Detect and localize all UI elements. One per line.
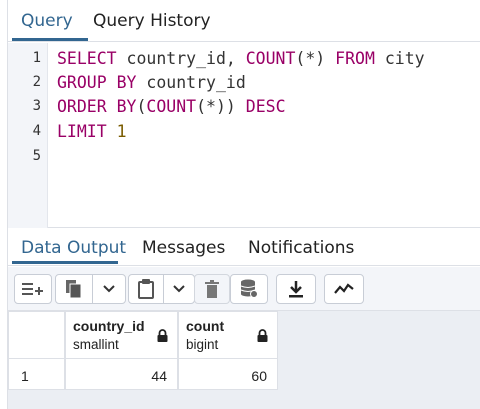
copy-button[interactable] bbox=[55, 274, 93, 304]
code-line-2: GROUP BY country_id bbox=[57, 73, 246, 92]
line-number: 4 bbox=[32, 123, 41, 139]
save-data-icon bbox=[240, 279, 258, 298]
active-tab-indicator bbox=[12, 38, 88, 41]
sql-keyword: DESC bbox=[245, 97, 286, 116]
chevron-down-icon bbox=[173, 285, 185, 293]
paste-options-dropdown[interactable] bbox=[163, 274, 195, 304]
column-type: smallint bbox=[73, 337, 119, 352]
lock-icon bbox=[157, 329, 168, 342]
save-data-button[interactable] bbox=[230, 274, 268, 304]
line-number: 2 bbox=[32, 74, 41, 90]
line-number-gutter: 1 2 3 4 5 bbox=[8, 43, 48, 228]
sql-text: (*)) bbox=[196, 97, 246, 116]
sql-keyword: SELECT bbox=[57, 49, 117, 68]
column-name: count bbox=[186, 318, 225, 334]
tab-query-history[interactable]: Query History bbox=[93, 0, 211, 42]
add-row-icon bbox=[22, 283, 43, 295]
code-line-1: SELECT country_id, COUNT(*) FROM city bbox=[57, 49, 425, 68]
graph-icon bbox=[334, 283, 354, 294]
chevron-down-icon bbox=[103, 285, 115, 293]
sql-keyword: COUNT bbox=[245, 49, 296, 68]
output-tabs: Data Output Messages Notifications bbox=[8, 230, 480, 266]
lock-icon bbox=[257, 329, 268, 342]
download-button[interactable] bbox=[276, 274, 316, 304]
sql-keyword: ORDER BY bbox=[57, 97, 137, 116]
sql-editor[interactable]: 1 2 3 4 5 SELECT country_id, COUNT(*) FR… bbox=[8, 43, 480, 228]
data-grid: country_id smallint count bigint 1 44 60 bbox=[8, 311, 480, 409]
copy-options-dropdown[interactable] bbox=[92, 274, 126, 304]
tab-query[interactable]: Query bbox=[21, 0, 73, 42]
data-output-toolbar bbox=[8, 267, 480, 311]
code-line-4: LIMIT 1 bbox=[57, 122, 127, 141]
code-line-3: ORDER BY(COUNT(*)) DESC bbox=[57, 97, 286, 116]
active-output-tab-indicator bbox=[12, 261, 118, 264]
column-header-country-id[interactable]: country_id smallint bbox=[65, 311, 178, 359]
left-panel-edge bbox=[0, 0, 8, 409]
line-number: 1 bbox=[32, 50, 41, 66]
sql-keyword: FROM bbox=[335, 49, 375, 68]
sql-text: country_id, bbox=[116, 49, 246, 68]
row-number: 1 bbox=[21, 368, 29, 384]
sql-number: 1 bbox=[116, 122, 127, 141]
paste-icon bbox=[138, 279, 154, 299]
copy-icon bbox=[66, 280, 82, 299]
paste-button[interactable] bbox=[128, 274, 164, 304]
column-header-count[interactable]: count bigint bbox=[178, 311, 278, 359]
add-row-button[interactable] bbox=[14, 274, 52, 304]
line-number: 3 bbox=[32, 98, 41, 114]
download-icon bbox=[289, 281, 303, 298]
sql-keyword: COUNT bbox=[146, 97, 197, 116]
table-cell[interactable]: 44 bbox=[65, 358, 178, 390]
delete-button[interactable] bbox=[194, 274, 230, 304]
column-name: country_id bbox=[73, 318, 145, 334]
sql-text: ( bbox=[136, 97, 147, 116]
column-type: bigint bbox=[186, 337, 219, 352]
query-tabs: Query Query History bbox=[8, 0, 480, 42]
cell-value: 44 bbox=[151, 368, 167, 384]
sql-text: (*) bbox=[295, 49, 336, 68]
sql-text: country_id bbox=[136, 73, 246, 92]
graph-visualiser-button[interactable] bbox=[324, 274, 364, 304]
row-number-cell[interactable]: 1 bbox=[8, 358, 65, 390]
grid-corner-cell[interactable] bbox=[8, 311, 65, 359]
tab-notifications[interactable]: Notifications bbox=[248, 230, 354, 266]
sql-keyword: GROUP BY bbox=[57, 73, 137, 92]
sql-keyword: LIMIT bbox=[57, 122, 107, 141]
line-number: 5 bbox=[32, 148, 41, 164]
sql-text: city bbox=[374, 49, 425, 68]
table-cell[interactable]: 60 bbox=[178, 358, 278, 390]
delete-icon bbox=[205, 280, 219, 298]
cell-value: 60 bbox=[251, 368, 267, 384]
tab-messages[interactable]: Messages bbox=[142, 230, 225, 266]
